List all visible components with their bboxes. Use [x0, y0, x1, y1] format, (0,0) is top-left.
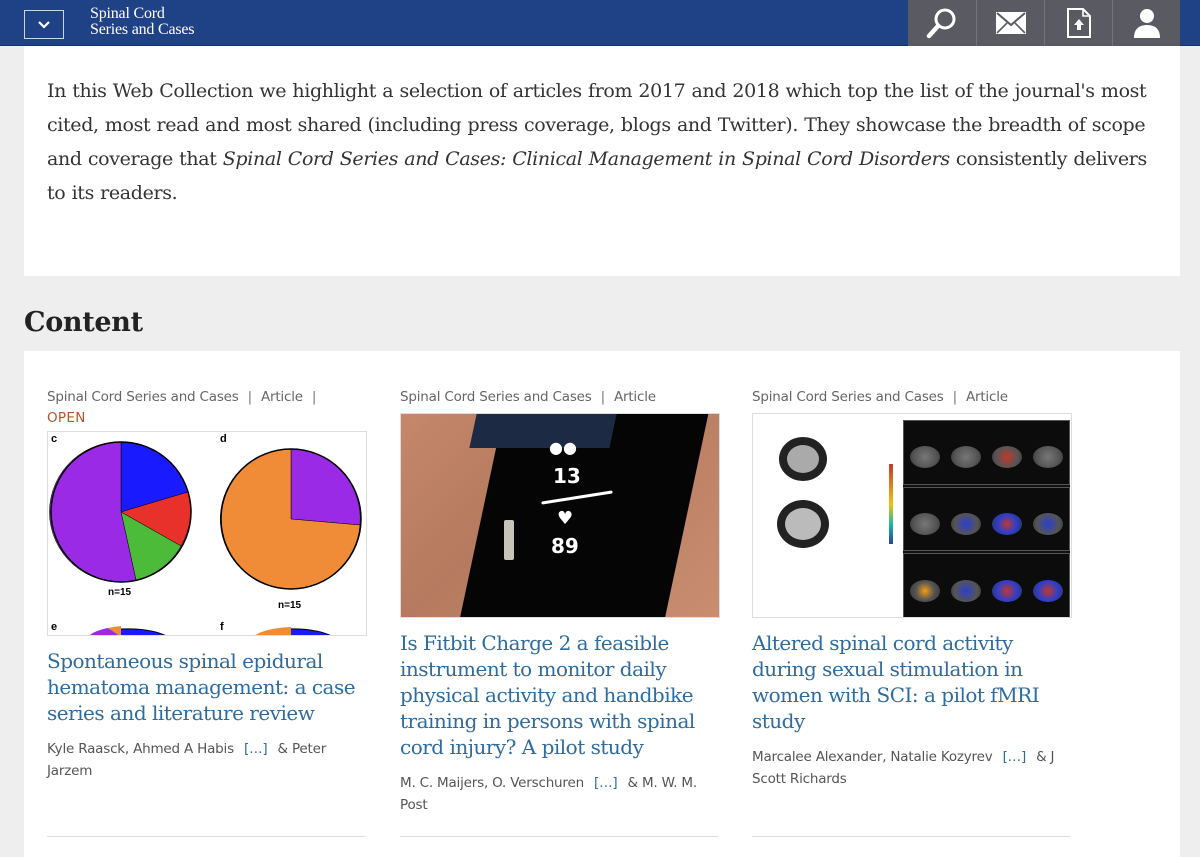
fmri-condition-row [903, 553, 1070, 617]
content-list: Spinal Cord Series and Cases | Article | OP… [24, 351, 1180, 857]
fmri-conditions-grid [903, 420, 1070, 617]
envelope-icon [995, 12, 1026, 34]
search-icon [926, 8, 956, 39]
journal-name: Spinal Cord Series and Cases [752, 389, 944, 405]
fmri-condition-row [903, 486, 1070, 552]
user-icon [1133, 9, 1160, 38]
panel-label: d [220, 433, 227, 445]
article-thumbnail[interactable] [752, 413, 1072, 618]
article-meta: Spinal Cord Series and Cases | Article [400, 387, 720, 408]
panel-label: e [51, 621, 57, 633]
journal-name: Spinal Cord Series and Cases [47, 389, 239, 405]
sample-size-label: n=15 [278, 600, 302, 611]
submit-manuscript-button[interactable] [1044, 0, 1112, 46]
journal-full-title: Spinal Cord Series and Cases: Clinical M… [222, 148, 950, 170]
authors-first: Marcalee Alexander, Natalie Kozyrev [752, 749, 993, 765]
open-access-badge: OPEN [47, 410, 86, 426]
journal-logo[interactable]: Spinal Cord Series and Cases [90, 5, 195, 38]
spinal-cord-sections [777, 437, 893, 548]
fitbit-photo: ●● 13 ♥ 89 [401, 414, 719, 617]
article-authors: Marcalee Alexander, Natalie Kozyrev […] … [752, 746, 1072, 790]
meta-separator: | [247, 389, 253, 405]
sample-size-label: n=15 [108, 587, 132, 598]
article-title-link[interactable]: Altered spinal cord activity during sexu… [752, 630, 1072, 734]
article-thumbnail[interactable]: c d n=15 n=15 e f [47, 431, 367, 636]
email-button[interactable] [976, 0, 1044, 46]
fitbit-band-top [469, 414, 617, 448]
article-authors: Kyle Raasck, Ahmed A Habis […] & Peter J… [47, 738, 367, 782]
meta-separator: | [952, 389, 958, 405]
article-type: Article [965, 389, 1008, 405]
collection-intro: In this Web Collection we highlight a se… [24, 46, 1180, 276]
top-navigation-bar: Spinal Cord Series and Cases [0, 0, 1200, 46]
heart-icon: ♥ [557, 508, 574, 529]
article-meta: Spinal Cord Series and Cases | Article [752, 387, 1072, 408]
expand-authors-link[interactable]: […] [244, 741, 268, 757]
expand-authors-link[interactable]: […] [1003, 749, 1027, 765]
panel-label: f [220, 621, 224, 633]
header-tools [908, 0, 1180, 46]
meta-separator: | [311, 389, 317, 405]
article-thumbnail[interactable]: ●● 13 ♥ 89 [400, 413, 720, 618]
article-title-link[interactable]: Spontaneous spinal epidural hematoma man… [47, 648, 367, 726]
article-type: Article [260, 389, 303, 405]
article-type: Article [613, 389, 656, 405]
article-authors: M. C. Maijers, O. Verschuren […] & M. W.… [400, 772, 720, 816]
fmri-condition-row [903, 420, 1070, 485]
article-title-link[interactable]: Is Fitbit Charge 2 a feasible instrument… [400, 630, 720, 760]
journal-name: Spinal Cord Series and Cases [400, 389, 592, 405]
card-divider [47, 836, 365, 837]
authors-first: Kyle Raasck, Ahmed A Habis [47, 741, 234, 757]
card-divider [752, 836, 1070, 837]
article-meta: Spinal Cord Series and Cases | Article | OP… [47, 387, 367, 429]
article-card: Spinal Cord Series and Cases | Article A… [752, 387, 1072, 790]
expand-authors-link[interactable]: […] [594, 775, 618, 791]
fitbit-side-button [504, 520, 514, 560]
brand-line-2: Series and Cases [90, 21, 195, 38]
pie-chart-figure: c d n=15 n=15 e f [49, 433, 362, 635]
upload-document-icon [1066, 8, 1091, 38]
article-card: Spinal Cord Series and Cases | Article | OP… [47, 387, 367, 782]
menu-toggle-button[interactable] [24, 10, 64, 39]
pie-c [49, 441, 192, 583]
chevron-down-icon [38, 21, 50, 29]
account-button[interactable] [1112, 0, 1180, 46]
card-divider [400, 836, 718, 837]
authors-first: M. C. Maijers, O. Verschuren [400, 775, 584, 791]
fmri-figure [753, 414, 1071, 617]
meta-separator: | [600, 389, 606, 405]
footsteps-icon: ●● [549, 438, 577, 457]
brand-line-1: Spinal Cord [90, 5, 165, 22]
section-title: Content [24, 307, 143, 338]
steps-count: 13 [553, 464, 581, 488]
panel-label: c [51, 433, 57, 445]
intro-paragraph: In this Web Collection we highlight a se… [47, 74, 1156, 210]
heart-rate: 89 [551, 534, 579, 558]
pie-d [220, 448, 362, 590]
search-button[interactable] [908, 0, 976, 46]
article-card: Spinal Cord Series and Cases | Article ●● … [400, 387, 720, 816]
